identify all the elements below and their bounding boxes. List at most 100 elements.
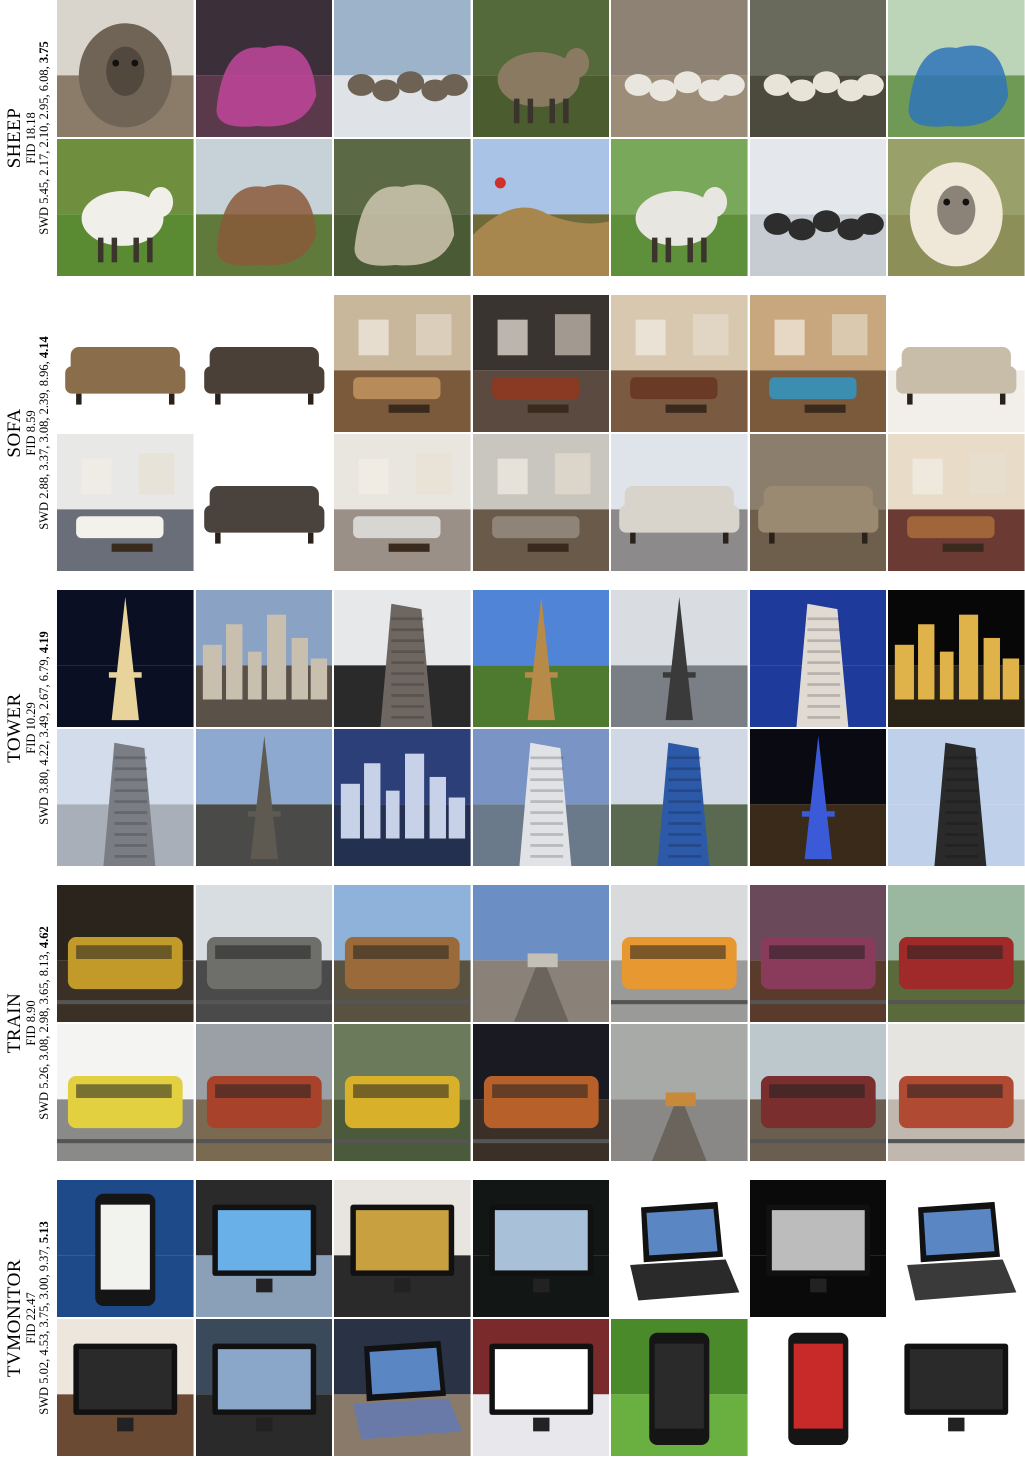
generated-image-thumbnail — [57, 139, 194, 276]
sample-image — [195, 1319, 333, 1456]
sample-image — [888, 590, 1025, 727]
swd-values: SWD 5.02, 4.53, 3.75, 3.00, 9.37, — [36, 1243, 51, 1415]
generated-image-thumbnail — [888, 295, 1025, 432]
generated-image-thumbnail — [888, 590, 1025, 727]
generated-image-thumbnail — [749, 139, 887, 276]
sample-image — [749, 590, 887, 727]
generated-image-thumbnail — [749, 434, 887, 571]
category-block-tvmonitor: TVMONITOR FID 22.47 SWD 5.02, 4.53, 3.75, … — [0, 1180, 1025, 1456]
generated-image-thumbnail — [749, 729, 887, 866]
swd-values: SWD 2.88, 3.37, 3.08, 2.39, 8.96, — [36, 358, 51, 530]
sample-grid — [57, 295, 1025, 571]
generated-image-thumbnail — [57, 295, 194, 432]
generated-image-thumbnail — [611, 1024, 748, 1161]
sample-image — [611, 729, 748, 866]
generated-image-thumbnail — [611, 295, 748, 432]
rotated-caption: TOWER FID 10.29 SWD 3.80, 4.22, 3.49, 2.67… — [3, 631, 51, 825]
sample-image — [749, 729, 887, 866]
sample-image — [749, 1319, 887, 1456]
sample-image — [888, 295, 1025, 432]
generated-image-thumbnail — [749, 0, 887, 137]
sample-image — [195, 0, 333, 137]
generated-image-thumbnail — [749, 590, 887, 727]
sample-image — [749, 885, 887, 1022]
sample-image — [888, 1024, 1025, 1161]
swd-scores: SWD 5.26, 3.08, 2.98, 3.65, 8.13, 4.62 — [37, 926, 51, 1119]
generated-image-thumbnail — [749, 885, 887, 1022]
sample-image — [749, 1024, 887, 1161]
generated-image-thumbnail — [749, 1319, 887, 1456]
sample-grid — [57, 590, 1025, 866]
sample-grid — [57, 0, 1025, 276]
category-name: TVMONITOR — [3, 1258, 25, 1378]
generated-image-thumbnail — [195, 1180, 333, 1317]
sample-image — [57, 590, 194, 727]
sample-image — [611, 1319, 748, 1456]
sample-image — [611, 0, 748, 137]
sample-image — [611, 139, 748, 276]
sample-image — [472, 1319, 610, 1456]
sample-image — [195, 1180, 333, 1317]
rotated-caption: TRAIN FID 8.90 SWD 5.26, 3.08, 2.98, 3.65,… — [3, 926, 51, 1119]
category-name: TRAIN — [3, 992, 25, 1054]
sample-image — [195, 885, 333, 1022]
generated-image-thumbnail — [334, 434, 471, 571]
swd-scores: SWD 2.88, 3.37, 3.08, 2.39, 8.96, 4.14 — [36, 336, 51, 530]
sample-image — [888, 729, 1025, 866]
sample-image — [888, 0, 1025, 137]
generated-image-thumbnail — [611, 1180, 748, 1317]
generated-image-thumbnail — [57, 1319, 194, 1456]
category-label: TRAIN FID 8.90 SWD 5.26, 3.08, 2.98, 3.65,… — [0, 885, 56, 1161]
sample-image — [472, 139, 610, 276]
sample-image — [888, 1180, 1025, 1317]
swd-average: 3.75 — [36, 41, 51, 64]
sample-image — [611, 590, 748, 727]
generated-image-thumbnail — [611, 885, 748, 1022]
sample-image — [611, 1024, 748, 1161]
generated-image-thumbnail — [195, 295, 333, 432]
generated-image-thumbnail — [472, 0, 610, 137]
generated-image-thumbnail — [57, 1024, 194, 1161]
sample-image — [195, 295, 333, 432]
generated-image-thumbnail — [334, 885, 471, 1022]
sample-grid — [57, 885, 1025, 1161]
category-block-sheep: SHEEP FID 18.18 SWD 5.45, 2.17, 2.10, 2.95… — [0, 0, 1025, 276]
generated-image-thumbnail — [472, 1024, 610, 1161]
generated-image-thumbnail — [57, 0, 194, 137]
swd-average: 5.13 — [36, 1221, 51, 1244]
sample-image — [334, 139, 471, 276]
generated-image-thumbnail — [472, 729, 610, 866]
generated-image-thumbnail — [749, 1024, 887, 1161]
sample-image — [749, 295, 887, 432]
generated-image-thumbnail — [334, 0, 471, 137]
sample-image — [195, 1024, 333, 1161]
sample-image — [888, 139, 1025, 276]
generated-image-thumbnail — [888, 0, 1025, 137]
generated-image-thumbnail — [472, 1180, 610, 1317]
category-block-tower: TOWER FID 10.29 SWD 3.80, 4.22, 3.49, 2.67… — [0, 590, 1025, 866]
sample-image — [334, 1180, 471, 1317]
generated-image-thumbnail — [888, 1024, 1025, 1161]
swd-scores: SWD 3.80, 4.22, 3.49, 2.67, 6.79, 4.19 — [36, 631, 51, 825]
rotated-caption: SHEEP FID 18.18 SWD 5.45, 2.17, 2.10, 2.95… — [4, 41, 51, 234]
swd-values: SWD 3.80, 4.22, 3.49, 2.67, 6.79, — [36, 653, 51, 825]
generated-image-thumbnail — [611, 434, 748, 571]
sample-image — [472, 590, 610, 727]
sample-image — [888, 434, 1025, 571]
category-name: TOWER — [3, 693, 25, 763]
generated-image-thumbnail — [334, 590, 471, 727]
swd-average: 4.14 — [36, 336, 51, 359]
rotated-caption: SOFA FID 8.59 SWD 2.88, 3.37, 3.08, 2.39, … — [4, 336, 51, 530]
sample-image — [611, 885, 748, 1022]
generated-image-thumbnail — [334, 1180, 471, 1317]
sample-image — [888, 885, 1025, 1022]
sample-image — [57, 434, 194, 571]
generated-image-thumbnail — [334, 1024, 471, 1161]
sample-image — [195, 139, 333, 276]
sample-image — [334, 0, 471, 137]
sample-image — [57, 1180, 194, 1317]
generated-image-thumbnail — [749, 1180, 887, 1317]
sample-image — [749, 139, 887, 276]
sample-image — [472, 1180, 610, 1317]
generated-image-thumbnail — [57, 885, 194, 1022]
